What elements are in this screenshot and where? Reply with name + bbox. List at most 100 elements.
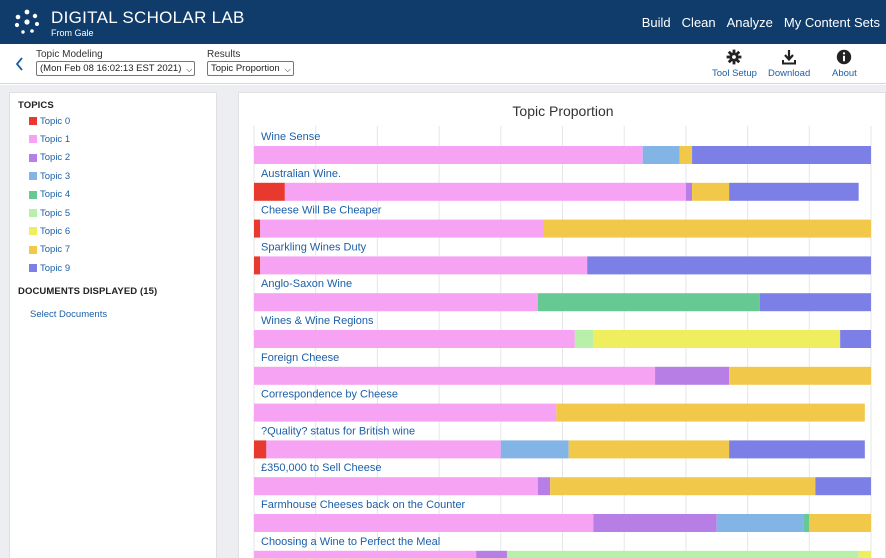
- bar-segment-topic-2[interactable]: [655, 366, 730, 385]
- bar-segment-topic-1[interactable]: [254, 550, 477, 558]
- document-row: Correspondence by Cheese: [254, 389, 865, 422]
- about-label: About: [832, 68, 857, 79]
- bar-segment-topic-7[interactable]: [568, 440, 730, 459]
- bar-segment-topic-1[interactable]: [254, 293, 538, 312]
- bar-segment-topic-9[interactable]: [815, 477, 871, 496]
- bar-segment-topic-2[interactable]: [593, 514, 717, 532]
- brand-title[interactable]: DIGITAL SCHOLAR LAB: [51, 8, 245, 28]
- top-navigation: Build Clean Analyze My Content Sets: [642, 0, 886, 44]
- document-title[interactable]: Wines & Wine Regions: [261, 315, 374, 327]
- run-select-value: (Mon Feb 08 16:02:13 EST 2021): [40, 63, 182, 74]
- bar-segment-topic-4[interactable]: [537, 293, 760, 312]
- results-label: Results: [207, 49, 241, 60]
- legend-item-topic-4[interactable]: Topic 4: [29, 189, 70, 201]
- bar-segment-topic-1[interactable]: [254, 477, 538, 496]
- bar-segment-topic-7[interactable]: [729, 366, 871, 385]
- legend-item-topic-9[interactable]: Topic 9: [29, 262, 70, 274]
- document-title[interactable]: Anglo-Saxon Wine: [261, 278, 352, 290]
- legend-item-topic-2[interactable]: Topic 2: [29, 152, 70, 164]
- bar-segment-topic-1[interactable]: [260, 256, 588, 275]
- about-button[interactable]: About: [832, 49, 857, 79]
- bar-segment-topic-7[interactable]: [809, 514, 871, 532]
- select-documents-link[interactable]: Select Documents: [30, 309, 107, 320]
- nav-analyze[interactable]: Analyze: [727, 15, 773, 30]
- bar-segment-topic-2[interactable]: [476, 550, 507, 558]
- download-label: Download: [768, 68, 811, 79]
- bar-segment-topic-2[interactable]: [537, 477, 551, 496]
- legend-item-topic-0[interactable]: Topic 0: [29, 115, 70, 127]
- legend-swatch: [29, 264, 37, 273]
- bar-segment-topic-4[interactable]: [803, 514, 810, 532]
- bar-segment-topic-3[interactable]: [642, 146, 680, 164]
- nav-my-content-sets[interactable]: My Content Sets: [784, 15, 880, 30]
- bar-segment-topic-0[interactable]: [254, 182, 285, 201]
- documents-displayed-heading: DOCUMENTS DISPLAYED (15): [18, 286, 158, 297]
- topic-proportion-chart: Wine Sense Australian Wine. Cheese Will Be…: [253, 126, 872, 558]
- bar-segment-topic-7[interactable]: [543, 219, 871, 238]
- gear-icon: [727, 49, 742, 65]
- bar-segment-topic-9[interactable]: [840, 330, 871, 348]
- document-title[interactable]: Choosing a Wine to Perfect the Meal: [261, 536, 440, 548]
- bar-segment-topic-6[interactable]: [593, 330, 841, 348]
- legend-item-topic-7[interactable]: Topic 7: [29, 244, 70, 256]
- bar-segment-topic-7[interactable]: [692, 182, 730, 201]
- legend-swatch: [29, 135, 37, 144]
- bar-segment-topic-6[interactable]: [858, 550, 871, 558]
- bar-segment-topic-9[interactable]: [759, 293, 871, 312]
- bar-segment-topic-7[interactable]: [550, 477, 816, 496]
- results-select[interactable]: Topic Proportion ⌵: [207, 61, 294, 76]
- bar-segment-topic-7[interactable]: [556, 403, 865, 422]
- legend-label: Topic 4: [40, 189, 71, 201]
- bar-segment-topic-3[interactable]: [500, 440, 569, 459]
- document-title[interactable]: Farmhouse Cheeses back on the Counter: [261, 499, 466, 511]
- bar-segment-topic-5[interactable]: [574, 330, 594, 348]
- topic-modeling-label: Topic Modeling: [36, 49, 103, 60]
- legend-label: Topic 9: [40, 262, 71, 274]
- legend-label: Topic 2: [40, 152, 71, 164]
- download-button[interactable]: Download: [768, 49, 810, 79]
- document-title[interactable]: Wine Sense: [261, 131, 320, 143]
- bar-segment-topic-1[interactable]: [254, 403, 557, 422]
- bar-segment-topic-5[interactable]: [506, 550, 859, 558]
- legend-label: Topic 6: [40, 225, 71, 237]
- bar-segment-topic-7[interactable]: [679, 146, 693, 164]
- document-title[interactable]: £350,000 to Sell Cheese: [261, 462, 381, 474]
- legend-swatch: [29, 209, 37, 217]
- bar-segment-topic-9[interactable]: [729, 440, 865, 459]
- legend-item-topic-6[interactable]: Topic 6: [29, 225, 70, 237]
- bar-segment-topic-9[interactable]: [729, 182, 859, 201]
- document-title[interactable]: ?Quality? status for British wine: [261, 425, 415, 437]
- bar-segment-topic-1[interactable]: [260, 219, 544, 238]
- legend-item-topic-3[interactable]: Topic 3: [29, 170, 70, 182]
- run-select[interactable]: (Mon Feb 08 16:02:13 EST 2021) ⌵: [36, 61, 196, 76]
- tool-setup-button[interactable]: Tool Setup: [712, 49, 757, 79]
- legend-item-topic-1[interactable]: Topic 1: [29, 133, 70, 145]
- bar-segment-topic-1[interactable]: [254, 514, 594, 532]
- bar-segment-topic-1[interactable]: [266, 440, 501, 459]
- legend-item-topic-5[interactable]: Topic 5: [29, 207, 70, 219]
- bar-segment-topic-0[interactable]: [254, 256, 261, 275]
- document-title[interactable]: Australian Wine.: [261, 168, 341, 180]
- bar-segment-topic-0[interactable]: [254, 440, 267, 459]
- bar-segment-topic-0[interactable]: [254, 219, 261, 238]
- bar-segment-topic-1[interactable]: [284, 182, 686, 201]
- bar-segment-topic-2[interactable]: [685, 182, 693, 201]
- document-title[interactable]: Sparkling Wines Duty: [261, 241, 367, 253]
- document-row: Australian Wine.: [254, 168, 859, 201]
- legend-label: Topic 3: [40, 170, 71, 182]
- chevron-left-icon[interactable]: [12, 54, 28, 74]
- bar-segment-topic-1[interactable]: [254, 146, 643, 164]
- bar-segment-topic-3[interactable]: [716, 514, 804, 532]
- document-title[interactable]: Foreign Cheese: [261, 352, 339, 364]
- legend-label: Topic 5: [40, 207, 71, 219]
- bar-segment-topic-1[interactable]: [254, 330, 575, 348]
- nav-clean[interactable]: Clean: [682, 15, 716, 30]
- document-title[interactable]: Cheese Will Be Cheaper: [261, 205, 382, 217]
- bar-segment-topic-1[interactable]: [254, 366, 656, 385]
- brand-subtitle: From Gale: [51, 28, 94, 38]
- nav-build[interactable]: Build: [642, 15, 671, 30]
- bar-segment-topic-9[interactable]: [692, 146, 871, 164]
- document-title[interactable]: Correspondence by Cheese: [261, 389, 398, 401]
- bar-segment-topic-9[interactable]: [587, 256, 871, 275]
- gale-logo-icon[interactable]: [14, 9, 40, 35]
